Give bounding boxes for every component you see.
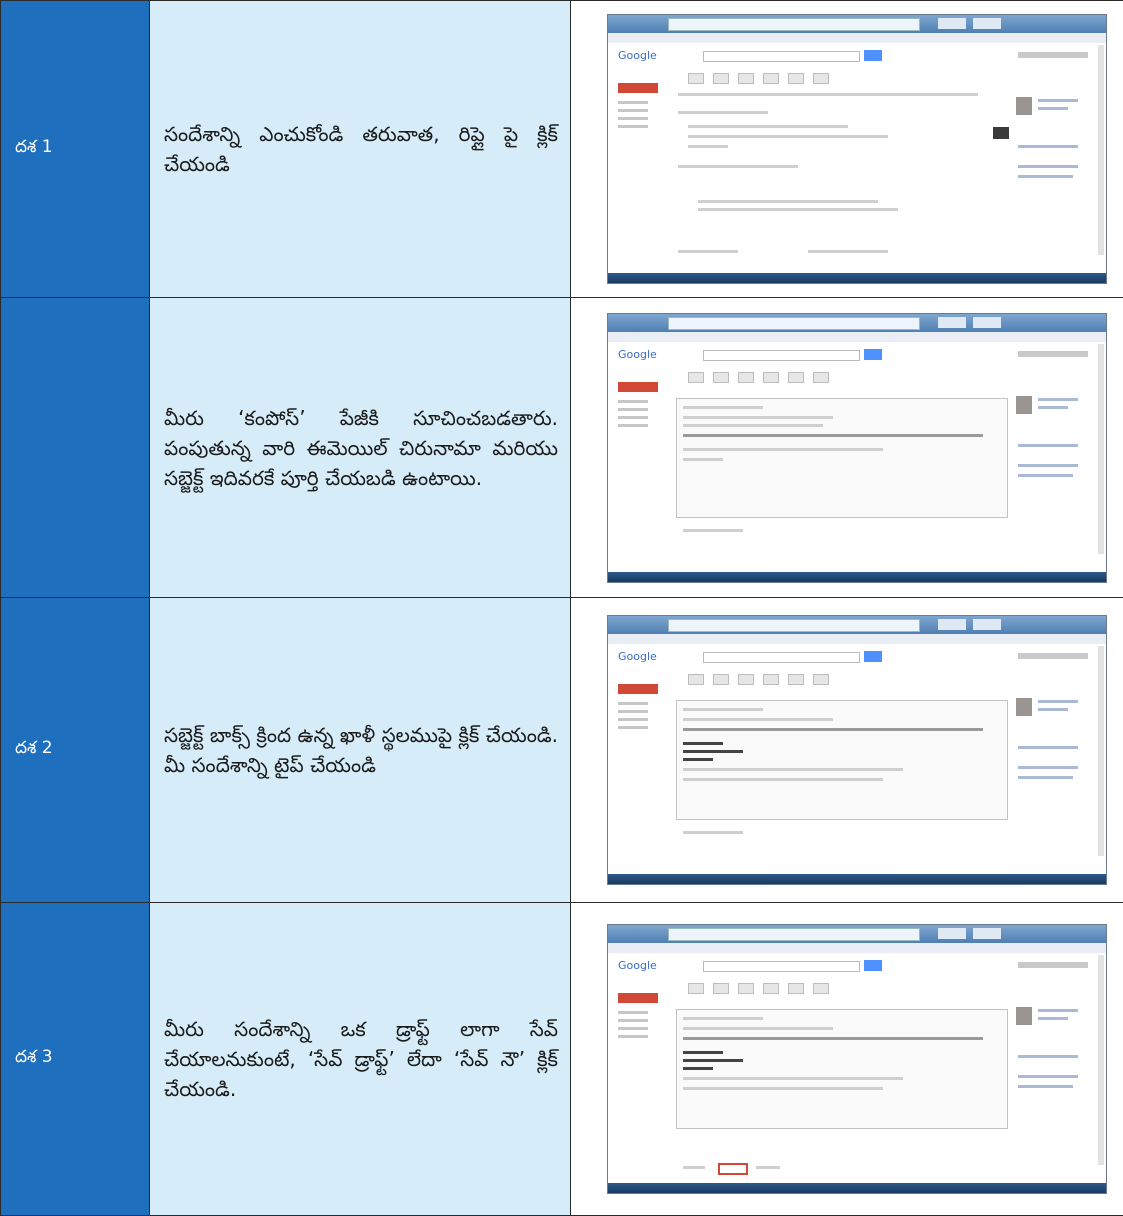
- step-description: సందేశాన్ని ఎంచుకోండి తరువాత, రిప్లై పై క…: [150, 119, 570, 179]
- step-label: దశ 1: [1, 137, 149, 161]
- step-cell: [1, 298, 150, 598]
- step-cell: దశ 1: [1, 1, 150, 298]
- step-description: మీరు సందేశాన్ని ఒక డ్రాఫ్ట్ లాగా సేవ్ చే…: [150, 1014, 570, 1104]
- gmail-screenshot-thumbnail: Google: [607, 313, 1107, 583]
- screenshot-cell: Google: [571, 298, 1123, 598]
- description-cell: మీరు సందేశాన్ని ఒక డ్రాఫ్ట్ లాగా సేవ్ చే…: [150, 903, 571, 1216]
- table-row: దశ 2 సబ్జెక్ట్ బాక్స్ క్రింద ఉన్న ఖాళీ స…: [1, 598, 1123, 903]
- steps-table: దశ 1 సందేశాన్ని ఎంచుకోండి తరువాత, రిప్లై…: [0, 0, 1123, 1216]
- gmail-screenshot-thumbnail: Google: [607, 14, 1107, 284]
- table-row: దశ 1 సందేశాన్ని ఎంచుకోండి తరువాత, రిప్లై…: [1, 1, 1123, 298]
- screenshot-cell: Google: [571, 1, 1123, 298]
- description-cell: సందేశాన్ని ఎంచుకోండి తరువాత, రిప్లై పై క…: [150, 1, 571, 298]
- description-cell: సబ్జెక్ట్ బాక్స్ క్రింద ఉన్న ఖాళీ స్థలము…: [150, 598, 571, 903]
- screenshot-cell: Google: [571, 903, 1123, 1216]
- save-draft-highlight: [718, 1163, 748, 1175]
- table-row: దశ 3 మీరు సందేశాన్ని ఒక డ్రాఫ్ట్ లాగా సే…: [1, 903, 1123, 1216]
- step-cell: దశ 3: [1, 903, 150, 1216]
- step-label: దశ 2: [1, 738, 149, 762]
- screenshot-cell: Google: [571, 598, 1123, 903]
- table-row: మీరు ‘కంపోస్’ పేజీకి సూచించబడతారు. పంపుత…: [1, 298, 1123, 598]
- step-cell: దశ 2: [1, 598, 150, 903]
- step-description: సబ్జెక్ట్ బాక్స్ క్రింద ఉన్న ఖాళీ స్థలము…: [150, 720, 570, 780]
- step-label: దశ 3: [1, 1047, 149, 1071]
- step-description: మీరు ‘కంపోస్’ పేజీకి సూచించబడతారు. పంపుత…: [150, 403, 570, 493]
- gmail-screenshot-thumbnail: Google: [607, 615, 1107, 885]
- gmail-screenshot-thumbnail: Google: [607, 924, 1107, 1194]
- description-cell: మీరు ‘కంపోస్’ పేజీకి సూచించబడతారు. పంపుత…: [150, 298, 571, 598]
